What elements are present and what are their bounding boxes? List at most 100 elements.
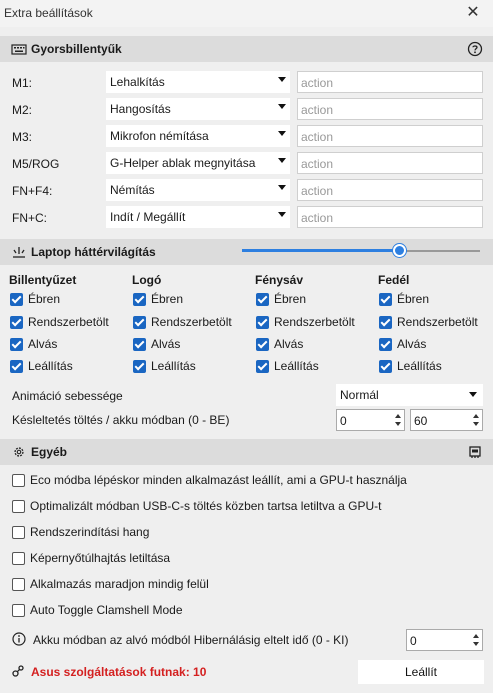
brightness-slider-thumb[interactable] — [393, 244, 407, 257]
timeout-charging-value: 0 — [340, 414, 347, 428]
backlight-checkbox[interactable]: Alvás — [133, 337, 180, 351]
backlight-checkbox[interactable]: Leállítás — [10, 359, 73, 373]
shortcut-action-select[interactable]: Lehalkítás — [106, 71, 290, 93]
checkbox-label: Rendszerbetölt — [151, 315, 232, 329]
spin-up-icon[interactable] — [473, 634, 479, 638]
ram-icon[interactable] — [467, 444, 483, 460]
other-option-checkbox[interactable]: Eco módba lépéskor minden alkalmazást le… — [12, 473, 407, 487]
backlight-checkbox[interactable]: Alvás — [10, 337, 57, 351]
chevron-down-icon — [278, 104, 286, 109]
shortcut-custom-action-input[interactable]: action — [297, 71, 483, 93]
checkbox-box[interactable] — [10, 337, 23, 351]
shortcut-action-select[interactable]: Hangosítás — [106, 98, 290, 120]
spin-up-icon[interactable] — [473, 414, 479, 418]
shortcut-action-select[interactable]: G-Helper ablak megnyitása — [106, 152, 290, 174]
checkbox-box[interactable] — [133, 337, 146, 351]
services-icon — [12, 665, 24, 677]
animation-speed-select[interactable]: Normál — [336, 384, 483, 406]
backlight-checkbox[interactable]: Ébren — [379, 292, 429, 306]
backlight-checkbox[interactable]: Ébren — [133, 292, 183, 306]
other-option-checkbox[interactable]: Rendszerindítási hang — [12, 525, 149, 539]
checkbox-box[interactable] — [379, 337, 392, 351]
backlight-checkbox[interactable]: Leállítás — [256, 359, 319, 373]
checkbox-box[interactable] — [10, 315, 23, 329]
shortcut-custom-action-input[interactable]: action — [297, 179, 483, 201]
stop-services-button[interactable]: Leállít — [358, 660, 484, 684]
spin-down-icon[interactable] — [473, 642, 479, 646]
spin-down-icon[interactable] — [395, 422, 401, 426]
close-icon[interactable]: ✕ — [463, 3, 483, 23]
checkbox-box[interactable] — [12, 577, 25, 591]
shortcut-action-select[interactable]: Indít / Megállít — [106, 206, 290, 228]
other-option-checkbox[interactable]: Auto Toggle Clamshell Mode — [12, 603, 183, 617]
title-bar: Extra beállítások ✕ — [0, 0, 493, 27]
chevron-down-icon — [469, 392, 477, 397]
shortcut-custom-action-input[interactable]: action — [297, 125, 483, 147]
checkbox-label: Alkalmazás maradjon mindig felül — [30, 577, 209, 591]
shortcut-label: FN+C: — [12, 211, 48, 225]
timeout-battery-input[interactable]: 60 — [410, 409, 483, 431]
shortcuts-header: Gyorsbillentyűk — [0, 36, 493, 62]
backlight-column-title: Fedél — [378, 273, 410, 287]
backlight-checkbox[interactable]: Rendszerbetölt — [10, 315, 109, 329]
other-option-checkbox[interactable]: Képernyőtúlhajtás letiltása — [12, 551, 170, 565]
checkbox-box[interactable] — [12, 473, 25, 487]
checkbox-box[interactable] — [133, 292, 146, 306]
checkbox-box[interactable] — [12, 551, 25, 565]
backlight-checkbox[interactable]: Ébren — [10, 292, 60, 306]
backlight-checkbox[interactable]: Alvás — [379, 337, 426, 351]
checkbox-box[interactable] — [379, 315, 392, 329]
other-option-checkbox[interactable]: Alkalmazás maradjon mindig felül — [12, 577, 209, 591]
checkbox-box[interactable] — [256, 292, 269, 306]
checkbox-box[interactable] — [10, 359, 23, 373]
checkbox-box[interactable] — [10, 292, 23, 306]
checkbox-label: Alvás — [397, 337, 427, 351]
checkbox-box[interactable] — [379, 292, 392, 306]
hibernate-input[interactable]: 0 — [406, 629, 483, 651]
checkbox-label: Ébren — [151, 292, 184, 306]
shortcut-custom-action-input[interactable]: action — [297, 206, 483, 228]
checkbox-box[interactable] — [12, 603, 25, 617]
shortcut-custom-action-input[interactable]: action — [297, 152, 483, 174]
backlight-checkbox[interactable]: Rendszerbetölt — [133, 315, 232, 329]
checkbox-box[interactable] — [12, 499, 25, 513]
chevron-down-icon — [278, 212, 286, 217]
shortcut-custom-action-input[interactable]: action — [297, 98, 483, 120]
backlight-checkbox[interactable]: Ébren — [256, 292, 306, 306]
checkbox-box[interactable] — [256, 315, 269, 329]
checkbox-label: Optimalizált módban USB-C-s töltés közbe… — [30, 499, 382, 513]
checkbox-box[interactable] — [379, 359, 392, 373]
other-option-checkbox[interactable]: Optimalizált módban USB-C-s töltés közbe… — [12, 499, 381, 513]
checkbox-box[interactable] — [133, 315, 146, 329]
backlight-checkbox[interactable]: Alvás — [256, 337, 303, 351]
backlight-checkbox[interactable]: Rendszerbetölt — [379, 315, 478, 329]
shortcut-action-select[interactable]: Mikrofon némítása — [106, 125, 290, 147]
help-icon[interactable] — [467, 41, 483, 57]
shortcut-action-select[interactable]: Némítás — [106, 179, 290, 201]
timeout-charging-input[interactable]: 0 — [336, 409, 405, 431]
checkbox-label: Alvás — [28, 337, 58, 351]
backlight-checkbox[interactable]: Leállítás — [133, 359, 196, 373]
action-placeholder: action — [301, 76, 334, 90]
checkbox-box[interactable] — [12, 525, 25, 539]
gear-icon — [14, 447, 24, 457]
chevron-down-icon — [278, 77, 286, 82]
brightness-slider[interactable] — [242, 244, 480, 257]
spin-down-icon[interactable] — [473, 422, 479, 426]
checkbox-box[interactable] — [133, 359, 146, 373]
other-title: Egyéb — [31, 445, 68, 459]
backlight-checkbox[interactable]: Rendszerbetölt — [256, 315, 355, 329]
backlight-header: Laptop háttérvilágítás — [0, 239, 493, 265]
shortcut-label: FN+F4: — [12, 184, 53, 198]
action-placeholder: action — [301, 211, 334, 225]
checkbox-label: Rendszerbetölt — [274, 315, 355, 329]
chevron-down-icon — [278, 158, 286, 163]
checkbox-label: Leállítás — [28, 359, 73, 373]
timeout-battery-value: 60 — [414, 414, 428, 428]
backlight-checkbox[interactable]: Leállítás — [379, 359, 442, 373]
spin-up-icon[interactable] — [395, 414, 401, 418]
checkbox-box[interactable] — [256, 337, 269, 351]
shortcut-label: M3: — [12, 130, 33, 144]
checkbox-label: Leállítás — [274, 359, 319, 373]
checkbox-box[interactable] — [256, 359, 269, 373]
